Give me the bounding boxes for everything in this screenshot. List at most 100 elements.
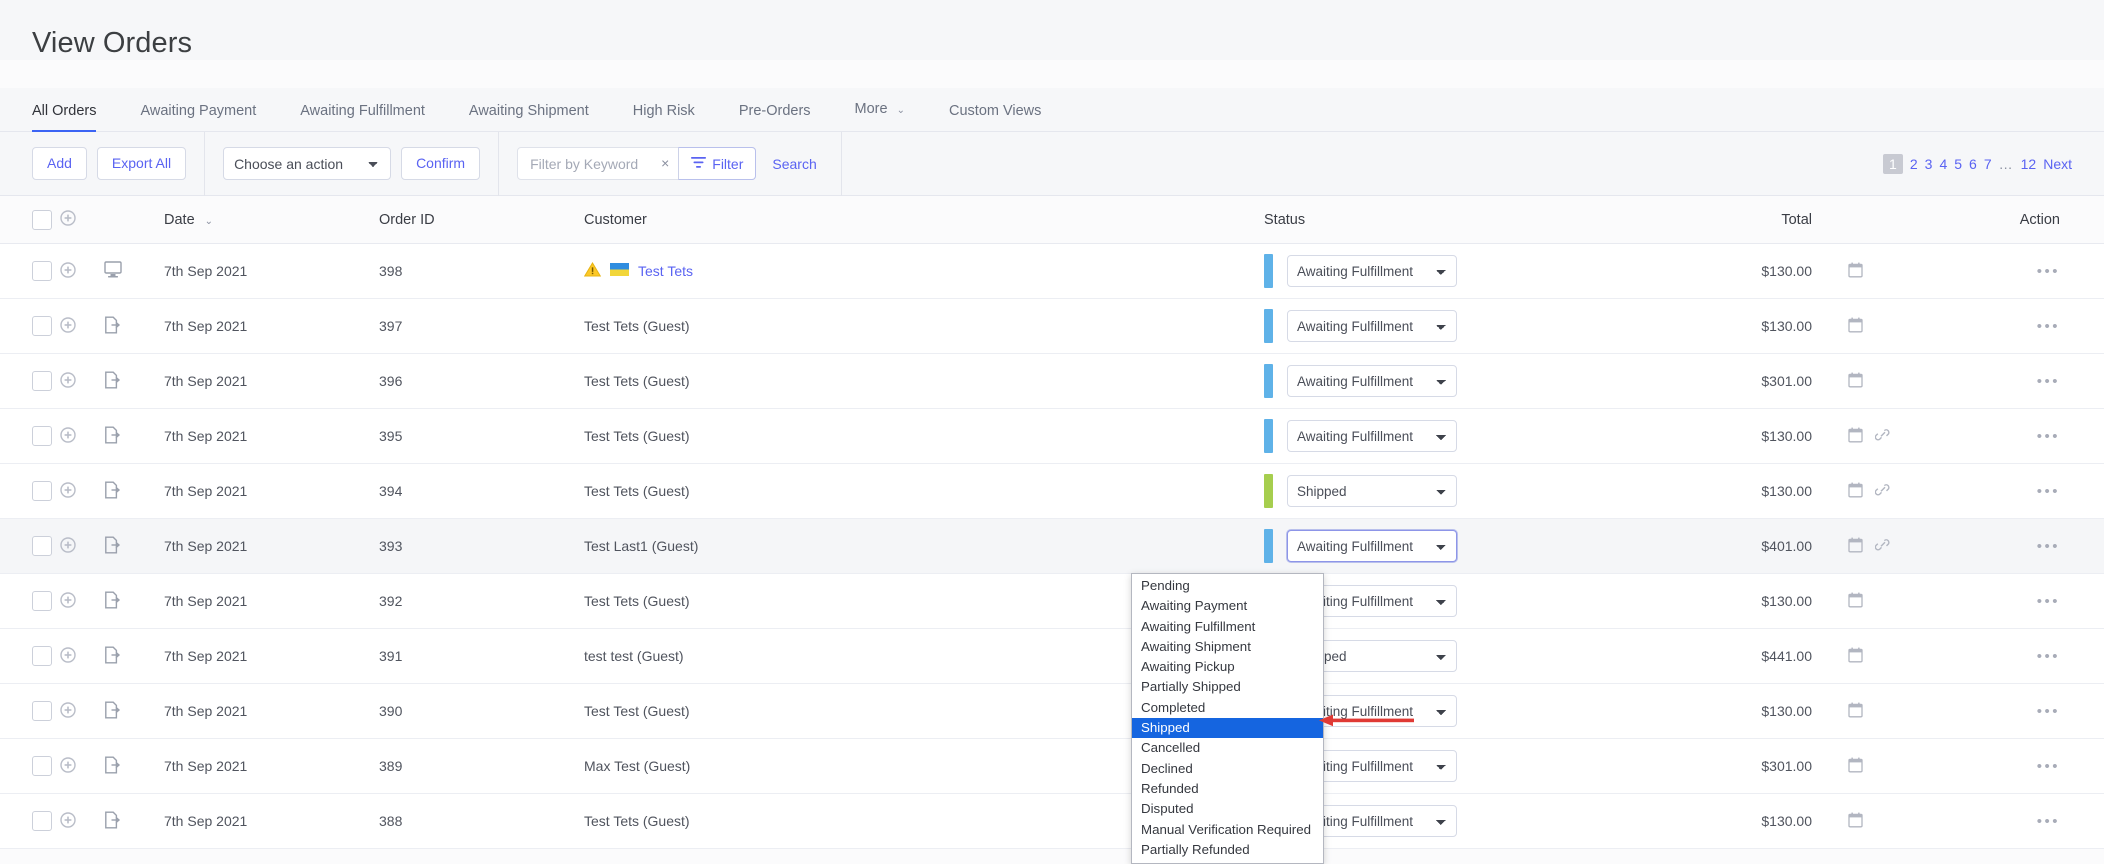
row-action-menu-button[interactable]: •••: [2037, 373, 2060, 390]
row-order-id-cell[interactable]: 390: [379, 703, 584, 719]
status-dropdown-menu[interactable]: Pending Awaiting Payment Awaiting Fulfil…: [1131, 573, 1324, 864]
link-icon[interactable]: [1874, 427, 1891, 445]
row-checkbox[interactable]: [32, 756, 52, 776]
page-2[interactable]: 2: [1910, 156, 1918, 172]
dropdown-option-declined[interactable]: Declined: [1132, 759, 1323, 779]
page-6[interactable]: 6: [1969, 156, 1977, 172]
confirm-button[interactable]: Confirm: [401, 147, 481, 180]
row-order-id-cell[interactable]: 391: [379, 648, 584, 664]
dropdown-option-pending[interactable]: Pending: [1132, 576, 1323, 596]
row-action-menu-button[interactable]: •••: [2037, 538, 2060, 555]
calendar-icon[interactable]: [1848, 482, 1863, 501]
calendar-icon[interactable]: [1848, 647, 1863, 666]
row-order-id-cell[interactable]: 398: [379, 263, 584, 279]
dropdown-option-partially-shipped[interactable]: Partially Shipped: [1132, 677, 1323, 697]
dropdown-option-awaiting-shipment[interactable]: Awaiting Shipment: [1132, 637, 1323, 657]
choose-action-select[interactable]: Choose an action: [223, 147, 392, 180]
keyword-input[interactable]: [528, 148, 653, 179]
row-order-id-cell[interactable]: 395: [379, 428, 584, 444]
dropdown-option-cancelled[interactable]: Cancelled: [1132, 738, 1323, 758]
row-checkbox[interactable]: [32, 371, 52, 391]
date-header-cell[interactable]: Date ⌄: [164, 212, 379, 228]
customer-header-cell[interactable]: Customer: [584, 212, 1264, 228]
expand-row-icon[interactable]: [60, 756, 76, 776]
row-action-menu-button[interactable]: •••: [2037, 813, 2060, 830]
row-checkbox[interactable]: [32, 591, 52, 611]
row-action-menu-button[interactable]: •••: [2037, 593, 2060, 610]
row-checkbox[interactable]: [32, 261, 52, 281]
row-order-id-cell[interactable]: 392: [379, 593, 584, 609]
row-checkbox[interactable]: [32, 426, 52, 446]
calendar-icon[interactable]: [1848, 812, 1863, 831]
row-order-id-cell[interactable]: 389: [379, 758, 584, 774]
row-action-menu-button[interactable]: •••: [2037, 318, 2060, 335]
filter-button[interactable]: Filter: [678, 147, 757, 180]
row-order-id-cell[interactable]: 394: [379, 483, 584, 499]
search-button[interactable]: Search: [766, 156, 822, 172]
row-action-menu-button[interactable]: •••: [2037, 263, 2060, 280]
tab-all-orders[interactable]: All Orders: [32, 103, 118, 133]
expand-all-icon[interactable]: [60, 209, 76, 230]
page-5[interactable]: 5: [1954, 156, 1962, 172]
row-action-menu-button[interactable]: •••: [2037, 758, 2060, 775]
row-order-id-cell[interactable]: 393: [379, 538, 584, 554]
calendar-icon[interactable]: [1848, 262, 1863, 281]
row-status-select[interactable]: Awaiting Fulfillment: [1287, 530, 1457, 562]
tab-awaiting-shipment[interactable]: Awaiting Shipment: [447, 103, 611, 132]
dropdown-option-disputed[interactable]: Disputed: [1132, 799, 1323, 819]
row-order-id-cell[interactable]: 397: [379, 318, 584, 334]
expand-row-icon[interactable]: [60, 481, 76, 501]
calendar-icon[interactable]: [1848, 427, 1863, 446]
tab-awaiting-fulfillment[interactable]: Awaiting Fulfillment: [278, 103, 447, 132]
export-all-button[interactable]: Export All: [96, 147, 187, 180]
link-icon[interactable]: [1874, 482, 1891, 500]
tab-high-risk[interactable]: High Risk: [611, 103, 717, 132]
dropdown-option-awaiting-fulfillment[interactable]: Awaiting Fulfillment: [1132, 617, 1323, 637]
row-checkbox[interactable]: [32, 811, 52, 831]
row-action-menu-button[interactable]: •••: [2037, 648, 2060, 665]
dropdown-option-awaiting-payment[interactable]: Awaiting Payment: [1132, 596, 1323, 616]
clear-keyword-icon[interactable]: ×: [652, 148, 678, 179]
tab-awaiting-payment[interactable]: Awaiting Payment: [118, 103, 278, 132]
dropdown-option-partially-refunded[interactable]: Partially Refunded: [1132, 840, 1323, 860]
expand-row-icon[interactable]: [60, 261, 76, 281]
customer-name[interactable]: Test Tets: [638, 263, 693, 279]
expand-row-icon[interactable]: [60, 371, 76, 391]
row-status-select[interactable]: Awaiting Fulfillment: [1287, 365, 1457, 397]
row-order-id-cell[interactable]: 396: [379, 373, 584, 389]
order-id-header-cell[interactable]: Order ID: [379, 212, 584, 228]
tab-more[interactable]: More ⌄: [833, 101, 927, 132]
row-status-select[interactable]: Awaiting Fulfillment: [1287, 420, 1457, 452]
page-last[interactable]: 12: [2021, 156, 2037, 172]
tab-pre-orders[interactable]: Pre-Orders: [717, 103, 833, 132]
expand-row-icon[interactable]: [60, 316, 76, 336]
expand-row-icon[interactable]: [60, 536, 76, 556]
page-7[interactable]: 7: [1984, 156, 1992, 172]
tab-custom-views[interactable]: Custom Views: [927, 103, 1063, 132]
row-order-id-cell[interactable]: 388: [379, 813, 584, 829]
calendar-icon[interactable]: [1848, 592, 1863, 611]
page-next[interactable]: Next: [2043, 156, 2072, 172]
expand-row-icon[interactable]: [60, 811, 76, 831]
dropdown-option-refunded[interactable]: Refunded: [1132, 779, 1323, 799]
dropdown-option-completed[interactable]: Completed: [1132, 698, 1323, 718]
row-action-menu-button[interactable]: •••: [2037, 428, 2060, 445]
row-status-select[interactable]: Shipped: [1287, 475, 1457, 507]
calendar-icon[interactable]: [1848, 702, 1863, 721]
add-button[interactable]: Add: [32, 147, 87, 180]
expand-row-icon[interactable]: [60, 591, 76, 611]
row-status-select[interactable]: Awaiting Fulfillment: [1287, 255, 1457, 287]
row-checkbox[interactable]: [32, 536, 52, 556]
calendar-icon[interactable]: [1848, 317, 1863, 336]
calendar-icon[interactable]: [1848, 537, 1863, 556]
row-action-menu-button[interactable]: •••: [2037, 483, 2060, 500]
link-icon[interactable]: [1874, 537, 1891, 555]
row-action-menu-button[interactable]: •••: [2037, 703, 2060, 720]
row-checkbox[interactable]: [32, 701, 52, 721]
row-checkbox[interactable]: [32, 481, 52, 501]
select-all-checkbox[interactable]: [32, 209, 52, 230]
row-checkbox[interactable]: [32, 316, 52, 336]
dropdown-option-manual-verification-required[interactable]: Manual Verification Required: [1132, 820, 1323, 840]
page-3[interactable]: 3: [1925, 156, 1933, 172]
dropdown-option-shipped[interactable]: Shipped: [1132, 718, 1323, 739]
